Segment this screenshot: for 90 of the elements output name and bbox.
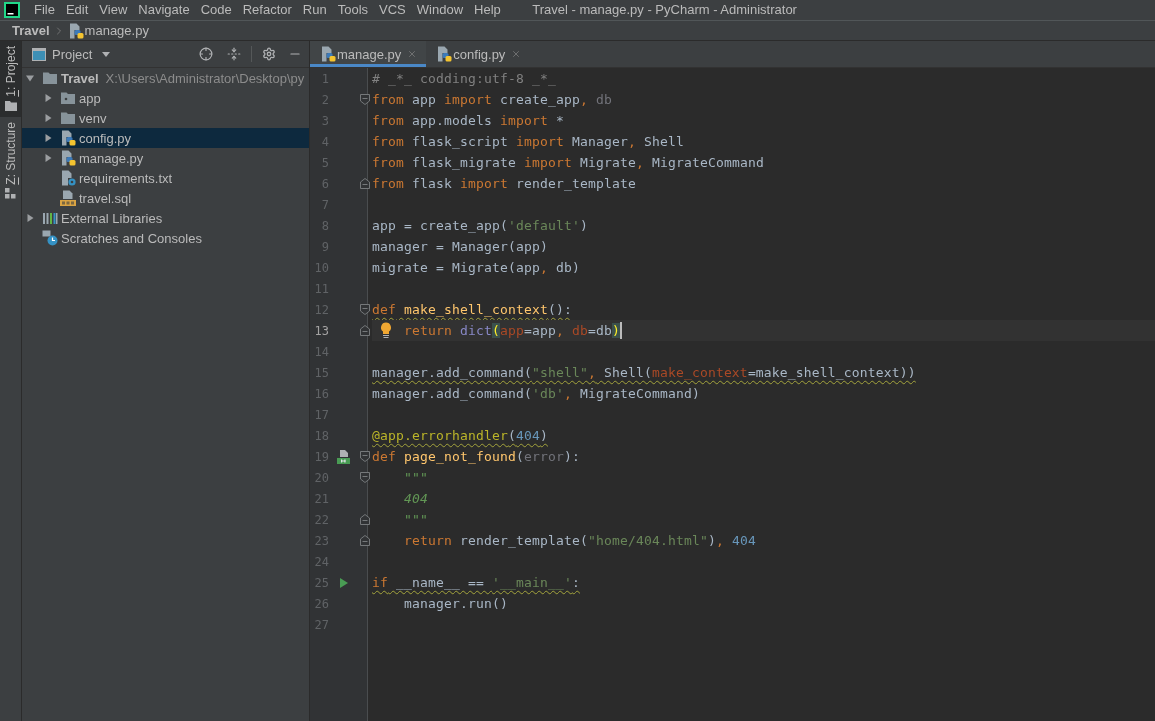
code-line: return render_template("home/404.html"), 404	[404, 532, 756, 550]
close-icon[interactable]	[407, 49, 418, 59]
menu-item[interactable]: Window	[411, 0, 469, 20]
code-line: manager = Manager(app)	[372, 238, 548, 256]
menu-item[interactable]: Navigate	[132, 0, 196, 20]
collapsed-arrow-icon[interactable]	[44, 134, 52, 142]
fold-icon[interactable]	[360, 304, 370, 315]
python-file-icon	[436, 46, 453, 62]
window-icon	[32, 47, 46, 61]
tool-window-tab[interactable]: Z: Structure	[0, 116, 21, 206]
code-line: manager.add_command("shell", Shell(make_context=make_shell_context))	[372, 364, 916, 382]
line-number: 13	[313, 323, 329, 338]
tree-item[interactable]: Travel X:\Users\Administrator\Desktop\py	[22, 68, 309, 88]
settings-file-icon	[60, 170, 76, 186]
lightbulb-icon[interactable]	[380, 322, 392, 338]
fold-icon[interactable]	[360, 94, 370, 105]
breadcrumb-item[interactable]: Travel	[12, 23, 50, 38]
fold-icon[interactable]	[360, 514, 370, 525]
code-line: from app import create_app, db	[372, 91, 612, 109]
close-icon[interactable]	[511, 49, 522, 59]
code-line: @app.errorhandler(404)	[372, 427, 548, 445]
code-line: return dict(app=app, db=db)	[404, 322, 620, 340]
expanded-arrow-icon[interactable]	[26, 74, 34, 82]
python-file-icon	[60, 150, 76, 166]
menu-item[interactable]: Run	[297, 0, 333, 20]
menu-item[interactable]: Edit	[60, 0, 94, 20]
code-line: from flask import render_template	[372, 175, 636, 193]
python-file-icon	[60, 130, 76, 146]
menu-item[interactable]: VCS	[373, 0, 412, 20]
fold-icon[interactable]	[360, 325, 370, 336]
code-line: def page_not_found(error):	[372, 448, 580, 466]
tree-item[interactable]: manage.py	[22, 148, 309, 168]
crosshair-icon[interactable]	[199, 47, 213, 61]
code-line: """	[404, 469, 428, 487]
menu-item[interactable]: File	[28, 0, 61, 20]
tree-item[interactable]: config.py	[22, 128, 309, 148]
code-line: if __name__ == '__main__':	[372, 574, 580, 592]
library-icon	[42, 210, 58, 226]
structure-icon	[5, 188, 16, 200]
menu-item[interactable]: Help	[468, 0, 507, 20]
menu-item[interactable]: View	[93, 0, 133, 20]
fold-icon[interactable]	[360, 535, 370, 546]
code-line: from flask_migrate import Migrate, MigrateCommand	[372, 154, 764, 172]
collapse-all-icon[interactable]	[227, 47, 241, 61]
editor-tab[interactable]: config.py	[426, 41, 531, 67]
menu-item[interactable]: Tools	[332, 0, 374, 20]
document-icon[interactable]	[337, 449, 351, 464]
tree-item[interactable]: Scratches and Consoles	[22, 228, 309, 248]
python-file-icon	[67, 22, 84, 39]
fold-icon[interactable]	[360, 178, 370, 189]
code-line: # _*_ codding:utf-8 _*_	[372, 70, 556, 88]
tree-item[interactable]: venv	[22, 108, 309, 128]
collapsed-arrow-icon[interactable]	[44, 154, 52, 162]
fold-icon[interactable]	[360, 472, 370, 483]
view-dropdown[interactable]: Project	[32, 46, 111, 62]
tree-item[interactable]: requirements.txt	[22, 168, 309, 188]
app-logo-icon	[4, 2, 20, 18]
python-file-icon	[320, 46, 336, 62]
run-icon[interactable]	[340, 577, 348, 588]
sql-file-icon	[60, 190, 76, 206]
menu-item[interactable]: Code	[195, 0, 238, 20]
clock-document-icon	[42, 230, 58, 246]
collapsed-arrow-icon[interactable]	[44, 114, 52, 122]
code-line: manager.run()	[404, 595, 508, 613]
code-line: from flask_script import Manager, Shell	[372, 133, 684, 151]
code-line: 404	[404, 490, 428, 508]
code-line: app = create_app('default')	[372, 217, 588, 235]
collapsed-arrow-icon[interactable]	[44, 94, 52, 102]
tree-item[interactable]: travel.sql	[22, 188, 309, 208]
folder-icon	[42, 70, 58, 86]
tree-item[interactable]: app	[22, 88, 309, 108]
tool-window-tab[interactable]: 1: Project	[0, 41, 21, 117]
text-cursor	[619, 322, 622, 339]
code-line: manager.add_command('db', MigrateCommand)	[372, 385, 700, 403]
breadcrumb-item[interactable]: manage.py	[84, 23, 149, 38]
folder-icon	[4, 100, 17, 111]
folder-icon	[60, 110, 76, 126]
collapsed-arrow-icon[interactable]	[26, 214, 34, 222]
menu-item[interactable]: Refactor	[237, 0, 298, 20]
window-title: Travel - manage.py - PyCharm - Administrator	[532, 1, 797, 19]
code-line: """	[404, 511, 428, 529]
code-line: migrate = Migrate(app, db)	[372, 259, 580, 277]
code-line: from app.models import *	[372, 112, 564, 130]
editor-tab[interactable]: manage.py	[310, 41, 427, 67]
package-folder-icon	[60, 90, 76, 106]
settings-icon[interactable]	[262, 47, 276, 61]
caret-icon	[102, 51, 111, 57]
code-line: def make_shell_context():	[372, 301, 572, 319]
tree-item[interactable]: External Libraries	[22, 208, 309, 228]
fold-icon[interactable]	[360, 451, 370, 462]
